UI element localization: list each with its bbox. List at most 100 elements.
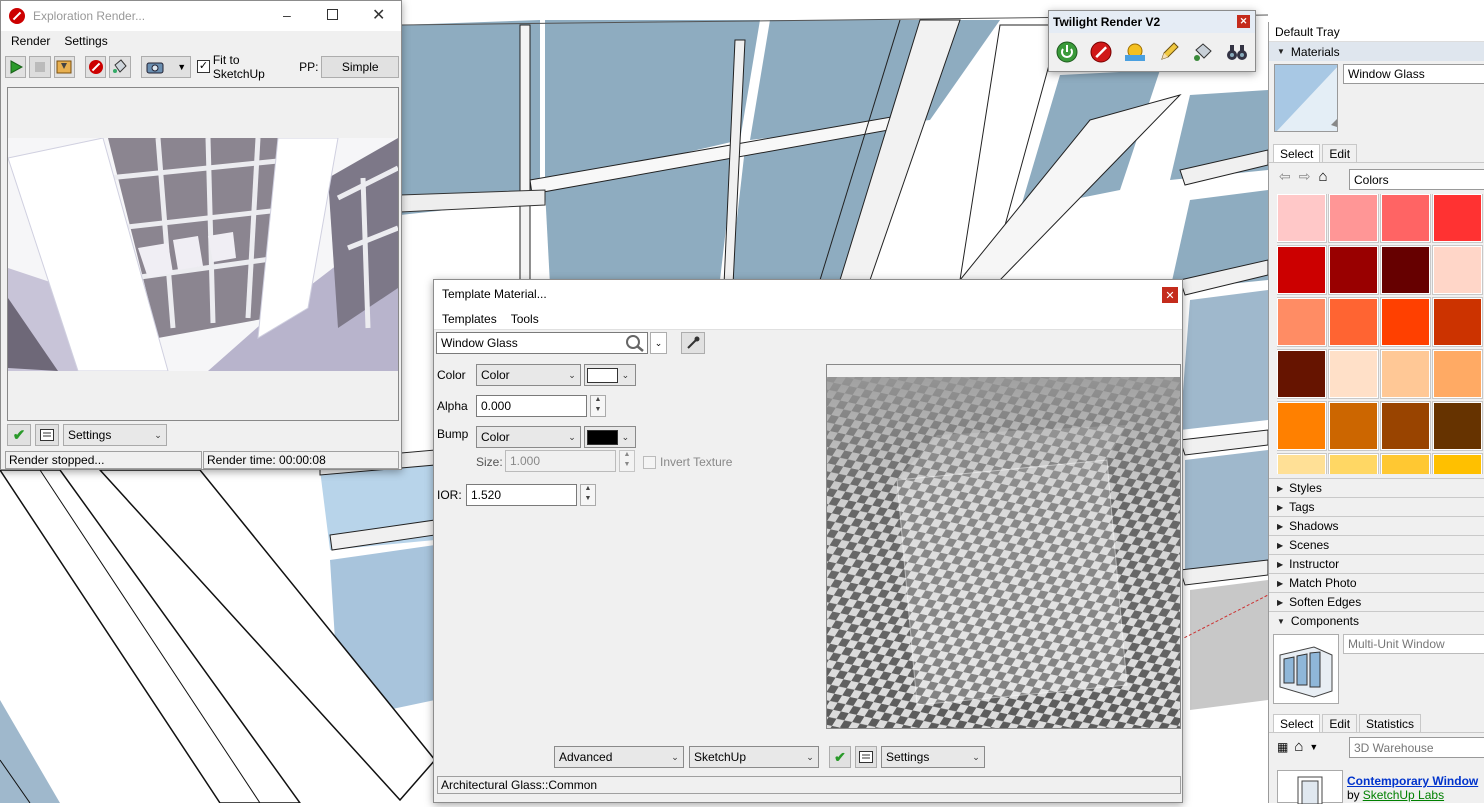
material-name-input[interactable]: Window Glass [436, 332, 648, 354]
stop-button[interactable] [29, 55, 51, 78]
material-name-field[interactable]: Window Glass [1343, 64, 1484, 84]
home-icon[interactable]: ⌂ [1294, 738, 1303, 755]
result-thumbnail[interactable] [1277, 770, 1343, 805]
eyedropper-button[interactable] [681, 332, 705, 354]
menu-render[interactable]: Render [11, 34, 50, 48]
edit-button[interactable] [1155, 38, 1183, 66]
color-swatch-15[interactable] [1432, 349, 1483, 399]
tab-statistics[interactable]: Statistics [1359, 714, 1422, 733]
maximize-button[interactable] [327, 9, 338, 20]
power-button[interactable] [1053, 38, 1081, 66]
template-close-button[interactable]: ✕ [1162, 287, 1178, 303]
environment-button[interactable] [1121, 38, 1149, 66]
bump-swatch-picker[interactable]: ⌄ [584, 426, 636, 448]
exploration-title: Exploration Render... [33, 9, 146, 23]
tab-component-select[interactable]: Select [1273, 714, 1321, 733]
result-title-link[interactable]: Contemporary Window [1347, 774, 1478, 788]
save-render-button[interactable] [53, 55, 76, 78]
color-swatch-3[interactable] [1432, 194, 1483, 243]
render-button[interactable] [1087, 38, 1115, 66]
pp-select-button[interactable]: Simple [321, 55, 399, 78]
warehouse-search[interactable]: 3D Warehouse [1349, 737, 1484, 758]
color-swatch [587, 367, 618, 383]
minimize-button[interactable]: – [283, 7, 291, 23]
section-styles[interactable]: ▶ Styles [1269, 478, 1484, 497]
material-pick-button[interactable] [109, 55, 131, 78]
color-swatch-10[interactable] [1380, 297, 1431, 347]
explore-button[interactable] [1223, 38, 1251, 66]
material-button[interactable] [1189, 38, 1217, 66]
view-options-icon[interactable]: ▦ [1277, 740, 1288, 754]
section-match-photo[interactable]: ▶ Match Photo [1269, 573, 1484, 592]
color-swatch-8[interactable] [1277, 297, 1327, 347]
color-swatch-20[interactable] [1277, 453, 1327, 474]
color-swatch-21[interactable] [1328, 453, 1379, 474]
ior-spinner[interactable]: ▲ ▼ [580, 484, 596, 506]
color-swatch-13[interactable] [1328, 349, 1379, 399]
section-instructor[interactable]: ▶ Instructor [1269, 554, 1484, 573]
menu-settings[interactable]: Settings [64, 34, 107, 48]
bump-label: Bump [437, 427, 469, 441]
material-log-button[interactable] [855, 746, 877, 768]
twilight-close-button[interactable]: ✕ [1237, 15, 1250, 28]
back-arrow-icon[interactable]: ⇦ [1279, 168, 1291, 185]
library-dropdown[interactable]: Colors [1349, 169, 1484, 190]
log-button[interactable] [35, 424, 59, 446]
section-components[interactable]: ▼ Components [1269, 611, 1484, 630]
bump-type-dropdown[interactable]: Color ⌄ [476, 426, 581, 448]
color-swatch-6[interactable] [1380, 245, 1431, 295]
color-swatch-1[interactable] [1328, 194, 1379, 243]
color-swatch-2[interactable] [1380, 194, 1431, 243]
ior-input[interactable]: 1.520 [466, 484, 577, 506]
color-swatch-grid [1277, 194, 1484, 474]
home-icon[interactable]: ⌂ [1318, 168, 1327, 185]
forward-arrow-icon[interactable]: ⇨ [1299, 168, 1311, 185]
apply-material-button[interactable]: ✔ [829, 746, 851, 768]
menu-tools[interactable]: Tools [511, 312, 539, 326]
play-button[interactable] [5, 55, 27, 78]
size-spinner[interactable]: ▲ ▼ [619, 450, 635, 472]
color-swatch-17[interactable] [1328, 401, 1379, 451]
section-tags[interactable]: ▶ Tags [1269, 497, 1484, 516]
alpha-input[interactable]: 0.000 [476, 395, 587, 417]
component-name-field[interactable]: Multi-Unit Window [1343, 634, 1484, 654]
color-swatch-18[interactable] [1380, 401, 1431, 451]
engine-dropdown[interactable]: SketchUp ⌄ [689, 746, 819, 768]
material-dropdown-button[interactable]: ⌄ [650, 332, 667, 354]
color-swatch-19[interactable] [1432, 401, 1483, 451]
color-swatch-16[interactable] [1277, 401, 1327, 451]
camera-dropdown[interactable]: ▼ [140, 55, 192, 78]
alpha-spinner[interactable]: ▲ ▼ [590, 395, 606, 417]
material-settings-dropdown[interactable]: Settings ⌄ [881, 746, 985, 768]
tab-edit[interactable]: Edit [1322, 144, 1358, 163]
result-author-link[interactable]: SketchUp Labs [1363, 788, 1444, 802]
fit-to-sketchup-checkbox[interactable]: ✓ Fit to SketchUp [197, 53, 292, 81]
section-shadows[interactable]: ▶ Shadows [1269, 516, 1484, 535]
invert-texture-checkbox[interactable]: Invert Texture [643, 455, 732, 469]
materials-section-header[interactable]: ▼ Materials [1269, 42, 1484, 61]
size-input[interactable]: 1.000 [505, 450, 616, 472]
section-soften-edges[interactable]: ▶ Soften Edges [1269, 592, 1484, 611]
close-button[interactable]: ✕ [372, 5, 385, 25]
abort-button[interactable] [84, 55, 107, 78]
mode-dropdown[interactable]: Advanced ⌄ [554, 746, 684, 768]
color-swatch-11[interactable] [1432, 297, 1483, 347]
color-swatch-4[interactable] [1277, 245, 1327, 295]
settings-dropdown[interactable]: Settings ⌄ [63, 424, 167, 446]
color-type-dropdown[interactable]: Color ⌄ [476, 364, 581, 386]
tab-select[interactable]: Select [1273, 144, 1321, 163]
color-swatch-picker[interactable]: ⌄ [584, 364, 636, 386]
color-swatch-9[interactable] [1328, 297, 1379, 347]
color-swatch-7[interactable] [1432, 245, 1483, 295]
color-swatch-22[interactable] [1380, 453, 1431, 474]
section-scenes[interactable]: ▶ Scenes [1269, 535, 1484, 554]
tab-component-edit[interactable]: Edit [1322, 714, 1358, 733]
apply-button[interactable]: ✔ [7, 424, 31, 446]
color-swatch-14[interactable] [1380, 349, 1431, 399]
chevron-down-icon[interactable]: ▼ [1309, 742, 1318, 752]
color-swatch-23[interactable] [1432, 453, 1483, 474]
menu-templates[interactable]: Templates [442, 312, 497, 326]
color-swatch-5[interactable] [1328, 245, 1379, 295]
color-swatch-12[interactable] [1277, 349, 1327, 399]
color-swatch-0[interactable] [1277, 194, 1327, 243]
